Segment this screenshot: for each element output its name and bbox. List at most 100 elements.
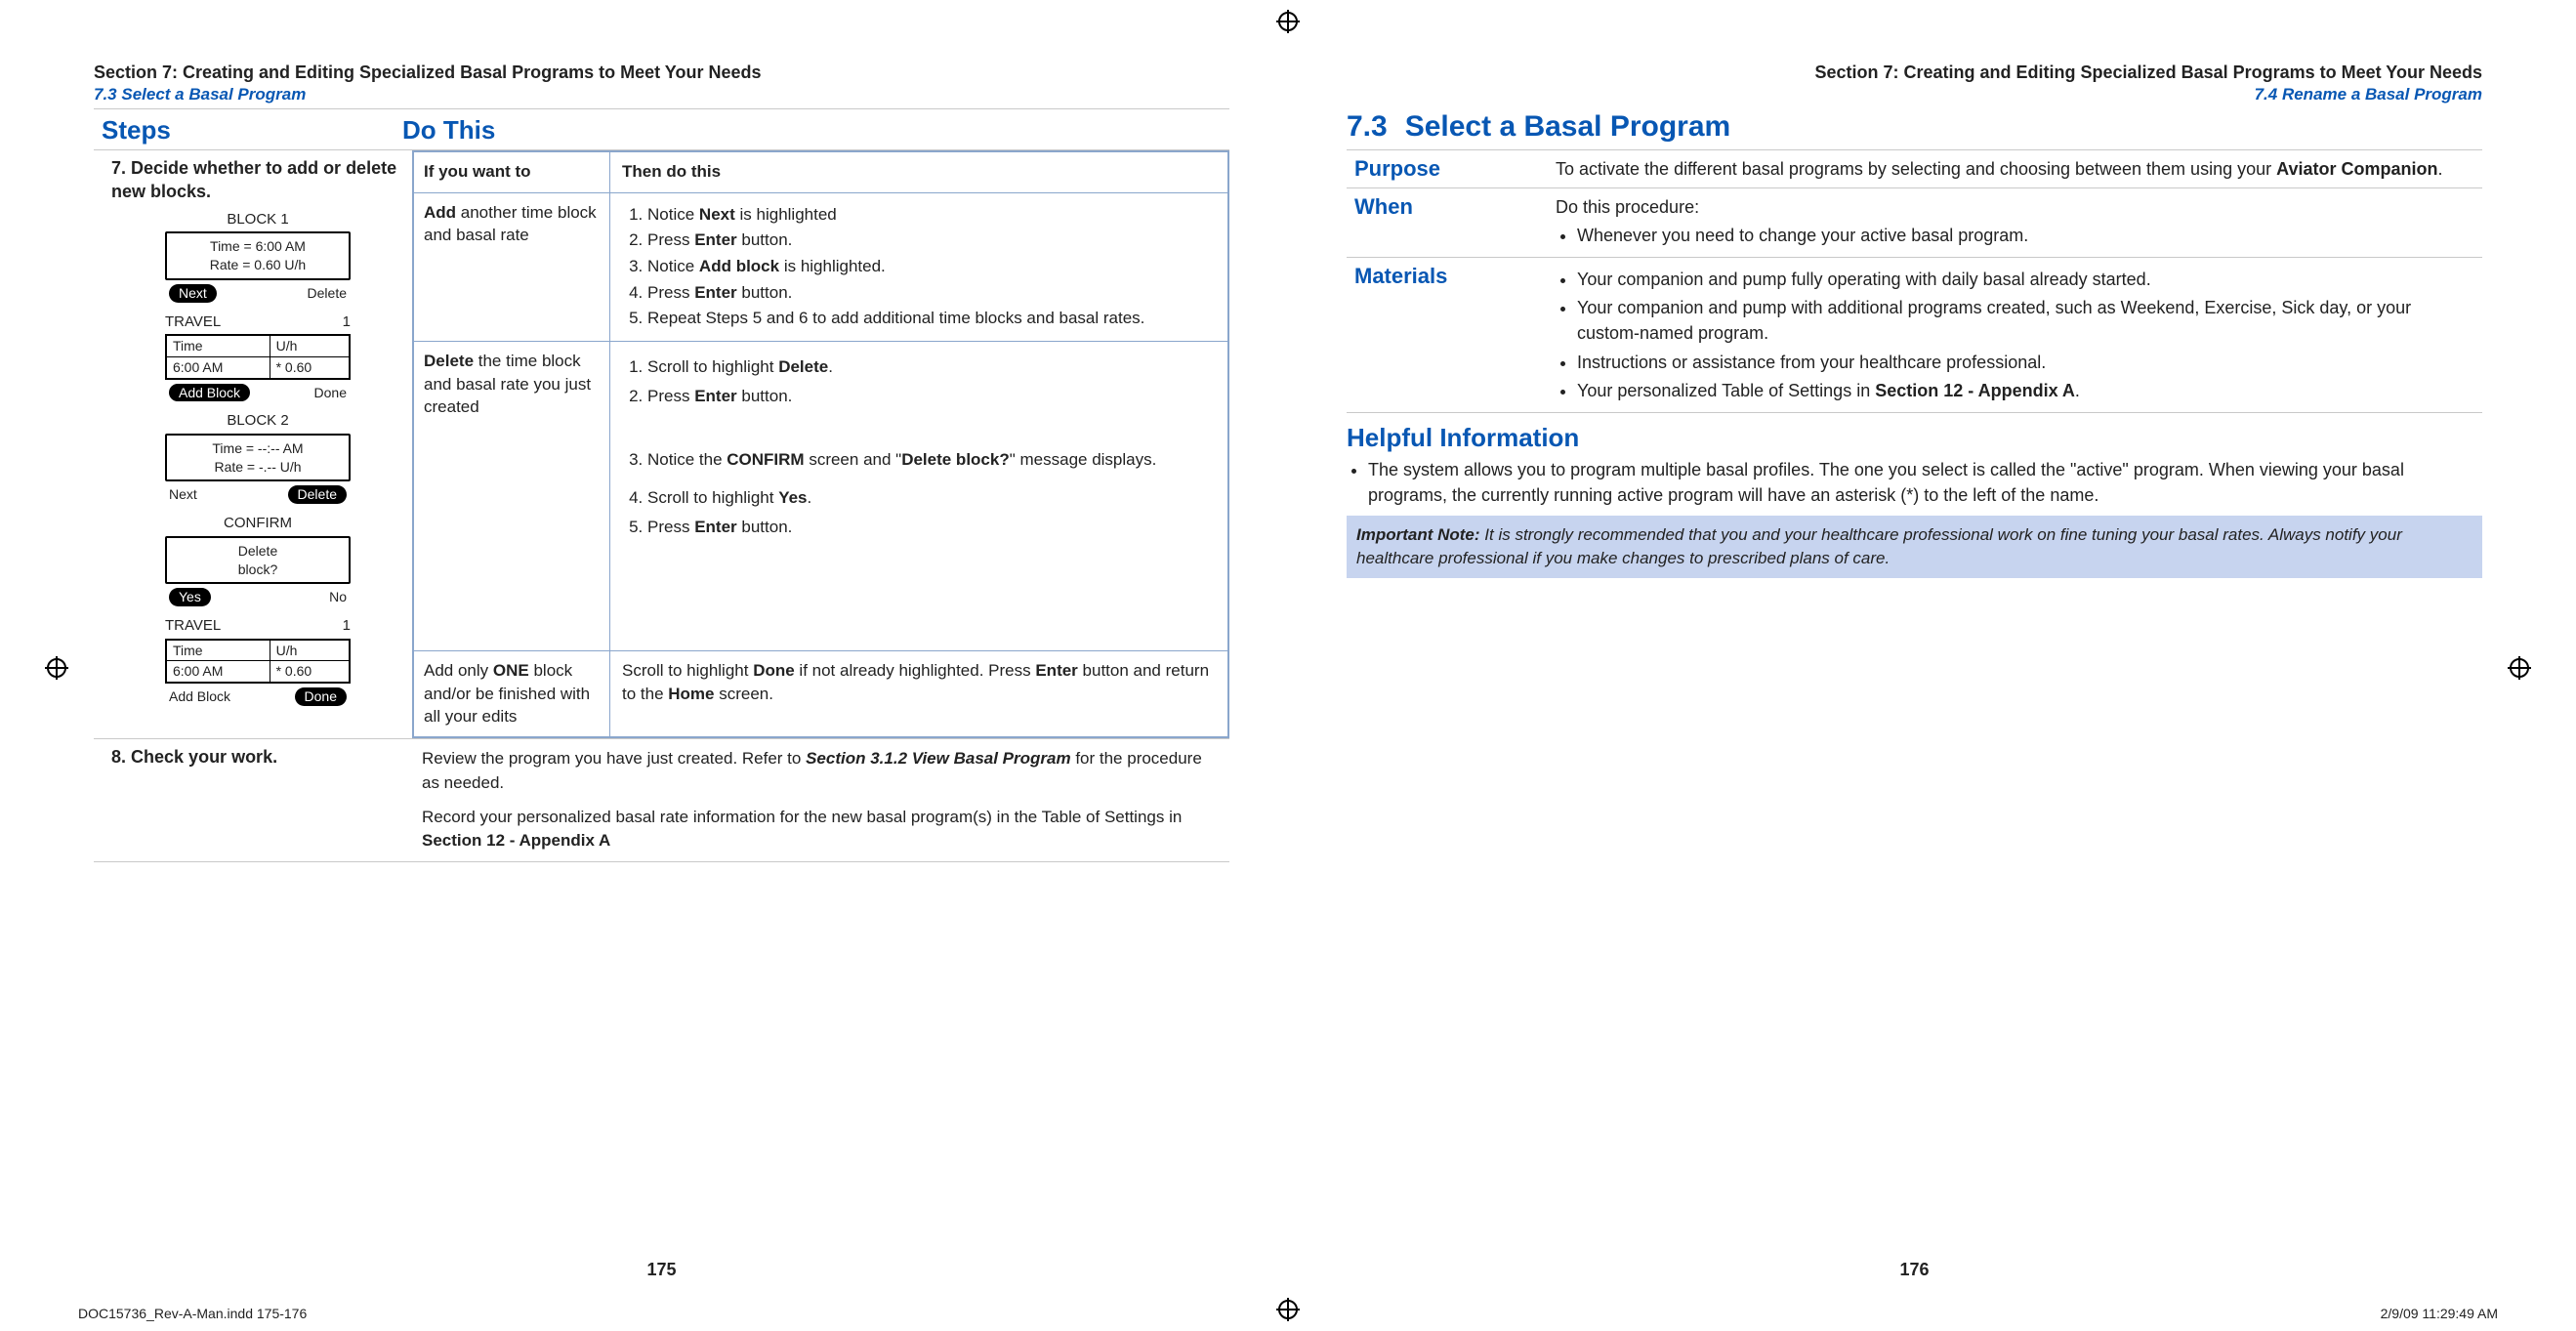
list-item: Notice Next is highlighted	[647, 203, 1216, 228]
running-header-subtitle: 7.4 Rename a Basal Program	[1347, 85, 2482, 104]
screen-line: block?	[173, 561, 343, 579]
list-item: The system allows you to program multipl…	[1368, 457, 2482, 508]
col-uh: U/h	[270, 335, 350, 356]
when-lead: Do this procedure:	[1556, 194, 2474, 220]
device-screen-travel-1: TRAVEL1 TimeU/h 6:00 AM* 0.60 Add Block …	[165, 312, 351, 402]
step-8-label: 8. Check your work.	[94, 739, 412, 861]
softkey-yes: Yes	[169, 588, 211, 606]
step-title: Decide whether to add or delete new bloc…	[111, 158, 396, 201]
section-title: Select a Basal Program	[1405, 110, 1731, 143]
running-header-title: Section 7: Creating and Editing Speciali…	[1347, 62, 2482, 83]
table-row: Add only ONE block and/or be finished wi…	[414, 650, 1227, 736]
table-row: Delete the time block and basal rate you…	[414, 341, 1227, 650]
note-lead: Important Note:	[1356, 525, 1480, 544]
device-screen-block1: BLOCK 1 Time = 6:00 AM Rate = 0.60 U/h N…	[165, 210, 351, 303]
list-item: Scroll to highlight Yes.	[647, 486, 1216, 511]
section-heading: 7.3 Select a Basal Program	[1347, 110, 2482, 144]
col-time: Time	[166, 640, 270, 661]
cell-uh: * 0.60	[270, 661, 350, 683]
cell-time: 6:00 AM	[166, 356, 270, 378]
divider	[94, 108, 1229, 109]
softkey-addblock: Add Block	[169, 687, 230, 706]
decision-table: If you want to Then do this Add another …	[412, 150, 1229, 738]
softkey-done: Done	[295, 687, 347, 706]
screen-line: Time = --:-- AM	[173, 439, 343, 458]
action-done: Scroll to highlight Done if not already …	[610, 651, 1227, 736]
softkey-delete: Delete	[308, 284, 347, 303]
term-materials: Materials	[1347, 258, 1548, 411]
screen-title: TRAVEL	[165, 616, 221, 636]
col-uh: U/h	[270, 640, 350, 661]
softkey-delete: Delete	[288, 485, 347, 504]
list-item: Notice Add block is highlighted.	[647, 255, 1216, 279]
list-item: Press Enter button.	[647, 516, 1216, 540]
registration-mark-icon	[47, 658, 66, 678]
screen-title: CONFIRM	[165, 514, 351, 533]
step-7-row: 7. Decide whether to add or delete new b…	[94, 149, 1229, 738]
step-title: Check your work.	[131, 747, 277, 767]
screen-line: Time = 6:00 AM	[173, 237, 343, 256]
cell-uh: * 0.60	[270, 356, 350, 378]
running-header-subtitle: 7.3 Select a Basal Program	[94, 85, 1229, 104]
header-then: Then do this	[610, 152, 1227, 192]
screen-index: 1	[343, 616, 351, 636]
footer-file: DOC15736_Rev-A-Man.indd 175-176	[78, 1306, 307, 1321]
device-screen-block2: BLOCK 2 Time = --:-- AM Rate = -.-- U/h …	[165, 411, 351, 504]
term-when: When	[1347, 188, 1548, 257]
footer-timestamp: 2/9/09 11:29:49 AM	[2381, 1306, 2498, 1321]
list-item: Press Enter button.	[647, 281, 1216, 306]
header-if: If you want to	[414, 152, 610, 192]
screen-title: BLOCK 2	[165, 411, 351, 431]
screen-line: Delete	[173, 542, 343, 561]
page-number: 175	[646, 1260, 676, 1280]
step-number: 7.	[111, 158, 126, 178]
softkey-no: No	[329, 588, 347, 606]
list-item: Scroll to highlight Delete.	[647, 355, 1216, 380]
condition-add: Add another time block and basal rate	[414, 193, 610, 341]
list-item: Your personalized Table of Settings in S…	[1577, 378, 2474, 403]
page-number: 176	[1899, 1260, 1929, 1280]
section-number: 7.3	[1347, 110, 1388, 143]
running-header-title: Section 7: Creating and Editing Speciali…	[94, 62, 1229, 83]
registration-mark-icon	[2510, 658, 2529, 678]
important-note: Important Note: It is strongly recommend…	[1347, 516, 2482, 578]
purpose-body: To activate the different basal programs…	[1548, 150, 2482, 187]
term-purpose: Purpose	[1347, 150, 1548, 187]
list-item: Press Enter button.	[647, 229, 1216, 253]
step-8-body: Review the program you have just created…	[412, 739, 1229, 861]
condition-done: Add only ONE block and/or be finished wi…	[414, 651, 610, 736]
screen-line: Rate = -.-- U/h	[173, 458, 343, 477]
when-row: When Do this procedure: Whenever you nee…	[1347, 188, 2482, 258]
list-item: Instructions or assistance from your hea…	[1577, 350, 2474, 375]
footer-meta: DOC15736_Rev-A-Man.indd 175-176 2/9/09 1…	[78, 1306, 2498, 1321]
list-item: Whenever you need to change your active …	[1577, 223, 2474, 248]
step-8-row: 8. Check your work. Review the program y…	[94, 738, 1229, 862]
column-heading-steps: Steps	[94, 115, 395, 146]
column-heading-dothis: Do This	[395, 115, 495, 146]
cell-time: 6:00 AM	[166, 661, 270, 683]
softkey-addblock: Add Block	[169, 384, 250, 402]
softkey-done: Done	[314, 384, 347, 402]
list-item: Repeat Steps 5 and 6 to add additional t…	[647, 307, 1216, 331]
list-item: Press Enter button.	[647, 385, 1216, 409]
softkey-next: Next	[169, 485, 197, 504]
col-time: Time	[166, 335, 270, 356]
print-spread: Section 7: Creating and Editing Speciali…	[0, 0, 2576, 1331]
table-row: Add another time block and basal rate No…	[414, 192, 1227, 341]
screen-title: BLOCK 1	[165, 210, 351, 229]
list-item: Notice the CONFIRM screen and "Delete bl…	[647, 448, 1216, 473]
list-item: Your companion and pump with additional …	[1577, 295, 2474, 346]
registration-mark-icon	[1278, 12, 1298, 31]
materials-row: Materials Your companion and pump fully …	[1347, 258, 2482, 412]
purpose-row: Purpose To activate the different basal …	[1347, 150, 2482, 188]
screen-title: TRAVEL	[165, 312, 221, 332]
step-7-label: 7. Decide whether to add or delete new b…	[94, 150, 412, 738]
step-number: 8.	[111, 747, 126, 767]
list-item: Your companion and pump fully operating …	[1577, 267, 2474, 292]
softkey-next: Next	[169, 284, 217, 303]
screen-index: 1	[343, 312, 351, 332]
page-176: Section 7: Creating and Editing Speciali…	[1347, 62, 2482, 1249]
screen-line: Rate = 0.60 U/h	[173, 256, 343, 274]
page-175: Section 7: Creating and Editing Speciali…	[94, 62, 1229, 1249]
device-screen-confirm: CONFIRM Delete block? Yes No	[165, 514, 351, 606]
